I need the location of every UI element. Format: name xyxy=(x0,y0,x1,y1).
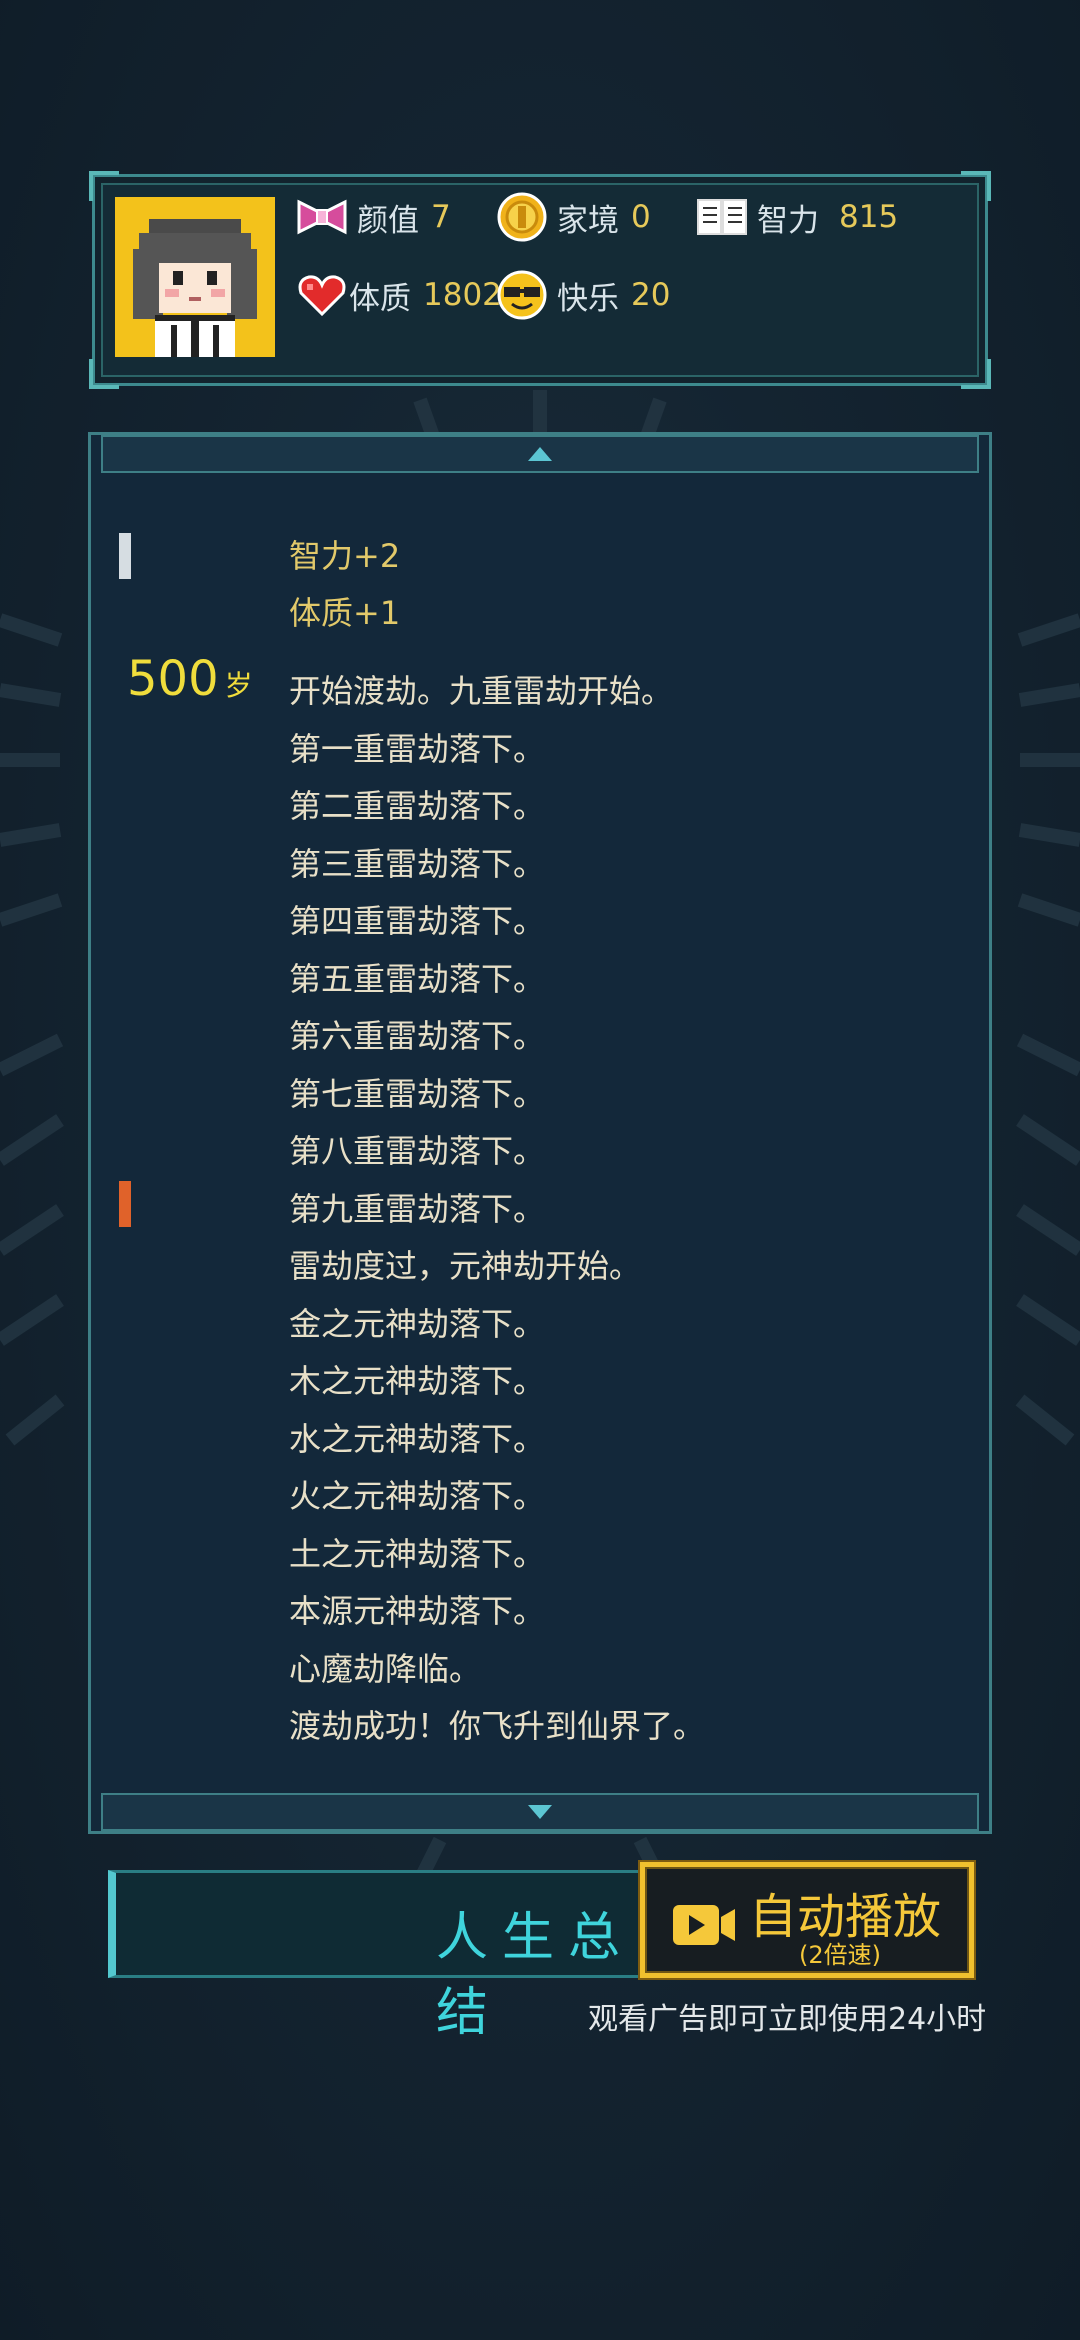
age-label: 500 岁 xyxy=(127,651,253,707)
log-line: 心魔劫降临。 xyxy=(289,1650,482,1688)
age-value: 500 xyxy=(127,651,219,707)
heart-icon xyxy=(298,275,346,317)
log-line: 金之元神劫落下。 xyxy=(289,1305,546,1343)
stat-value: 815 xyxy=(839,199,899,235)
scroll-marker xyxy=(119,533,131,579)
auto-play-speed: (2倍速) xyxy=(799,1941,881,1969)
ad-hint-text: 观看广告即可立即使用24小时 xyxy=(588,2002,987,2037)
clipped-previous-entry: ▀▀ ▀ ▀▀ ▀ xyxy=(119,473,297,479)
log-line: 第九重雷劫落下。 xyxy=(289,1190,546,1228)
log-line: 本源元神劫落下。 xyxy=(289,1592,546,1630)
scroll-marker xyxy=(119,1181,131,1227)
bow-icon xyxy=(297,199,347,235)
log-line: 第八重雷劫落下。 xyxy=(289,1132,546,1170)
log-line: 第七重雷劫落下。 xyxy=(289,1075,546,1113)
video-camera-icon xyxy=(673,1905,735,1945)
log-line: 渡劫成功！你飞升到仙界了。 xyxy=(289,1707,706,1745)
stat-label: 快乐 xyxy=(557,280,619,317)
log-line: 土之元神劫落下。 xyxy=(289,1535,546,1573)
age-unit: 岁 xyxy=(224,669,253,702)
panel-corner xyxy=(89,359,119,389)
stat-constitution: 体质 1802 xyxy=(295,267,502,323)
stat-family: 家境 0 xyxy=(495,189,651,245)
coin-icon xyxy=(497,192,547,242)
auto-play-button[interactable]: 自动播放 (2倍速) xyxy=(640,1862,974,1978)
life-log-panel[interactable]: ▀▀ ▀ ▀▀ ▀ 智力+2 体质+1 500岁 开始渡劫。九重雷劫开始。 第一… xyxy=(88,432,992,1834)
log-line: 开始渡劫。九重雷劫开始。 xyxy=(289,672,674,710)
stat-happiness: 快乐 20 xyxy=(495,267,670,323)
log-line: 第五重雷劫落下。 xyxy=(289,960,546,998)
log-line: 第一重雷劫落下。 xyxy=(289,730,546,768)
stat-label: 智力 xyxy=(757,202,819,239)
panel-corner xyxy=(961,171,991,201)
panel-corner xyxy=(961,359,991,389)
log-line: 第四重雷劫落下。 xyxy=(289,902,546,940)
stat-label: 家境 xyxy=(557,202,619,239)
stat-intelligence: 智力 815 xyxy=(695,189,898,245)
log-line: 木之元神劫落下。 xyxy=(289,1362,546,1400)
life-log-list[interactable]: ▀▀ ▀ ▀▀ ▀ 智力+2 体质+1 500岁 开始渡劫。九重雷劫开始。 第一… xyxy=(91,473,989,1791)
avatar-pixel-portrait xyxy=(115,197,275,357)
log-line: 智力+2 xyxy=(289,537,401,575)
character-avatar xyxy=(115,197,275,357)
log-line: 火之元神劫落下。 xyxy=(289,1477,546,1515)
stat-value: 1802 xyxy=(423,277,502,313)
stat-value: 7 xyxy=(431,199,451,235)
stat-value: 0 xyxy=(631,199,651,235)
sunglasses-face-icon xyxy=(497,270,547,320)
log-line: 第二重雷劫落下。 xyxy=(289,787,546,825)
stat-appearance: 颜值 7 xyxy=(295,189,451,245)
log-line: 第三重雷劫落下。 xyxy=(289,845,546,883)
attribute-panel: 颜值 7 家境 0 智力 815 体质 1802 快乐 20 xyxy=(89,171,991,389)
arrow-up-icon xyxy=(528,447,552,461)
life-summary-button[interactable]: 人生总结 xyxy=(108,1870,688,2043)
stat-value: 20 xyxy=(631,277,671,313)
stat-label: 体质 xyxy=(349,280,411,317)
log-line: 水之元神劫落下。 xyxy=(289,1420,546,1458)
stat-label: 颜值 xyxy=(357,202,419,239)
arrow-down-icon xyxy=(528,1805,552,1819)
log-line: 雷劫度过，元神劫开始。 xyxy=(289,1247,642,1285)
scroll-up-button[interactable] xyxy=(101,435,979,473)
log-line: 体质+1 xyxy=(289,594,401,632)
scroll-down-button[interactable] xyxy=(101,1793,979,1831)
log-line: 第六重雷劫落下。 xyxy=(289,1017,546,1055)
book-icon xyxy=(697,199,747,235)
